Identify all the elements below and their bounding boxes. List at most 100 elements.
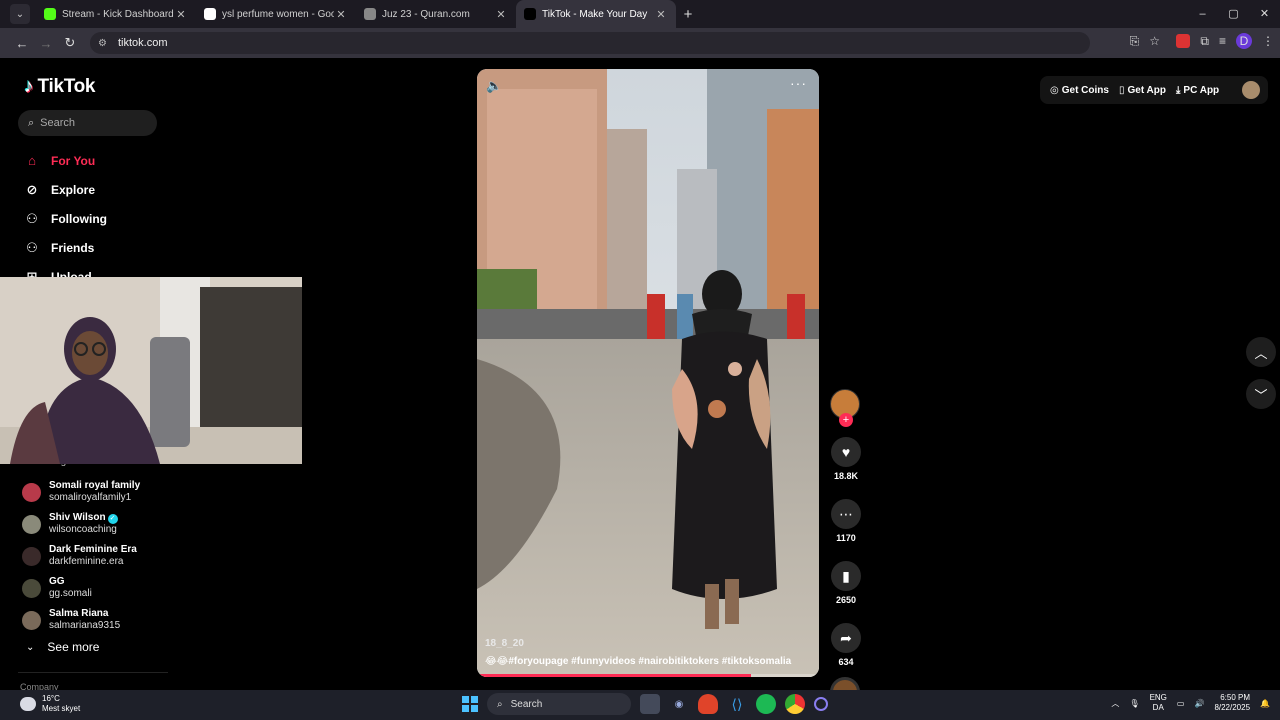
- sidebar-item-following[interactable]: ⚇ Following: [24, 204, 284, 233]
- address-bar[interactable]: ⚙ tiktok.com: [90, 32, 1090, 54]
- chrome-icon[interactable]: [785, 694, 805, 714]
- account-name-text: Shiv Wilson: [49, 512, 106, 523]
- close-window-button[interactable]: ✕: [1249, 0, 1280, 28]
- phone-icon: ▯: [1118, 84, 1125, 96]
- kebab-menu-icon[interactable]: ⋮: [1262, 34, 1274, 48]
- like-action[interactable]: ♥ 18.8K: [830, 437, 862, 481]
- time: 6:50 PM: [1220, 693, 1251, 702]
- list-item[interactable]: GG gg.somali: [22, 572, 222, 604]
- action-rail: + ♥ 18.8K ⋯ 1170 ▮ 2650 ➦ 634: [830, 389, 862, 707]
- back-button[interactable]: ←: [10, 36, 34, 51]
- brave-icon[interactable]: [698, 694, 718, 714]
- search-input[interactable]: [40, 117, 141, 129]
- user-avatar[interactable]: [1242, 81, 1260, 99]
- get-app-button[interactable]: ▯ Get App: [1119, 85, 1166, 96]
- share-action[interactable]: ➦ 634: [830, 623, 862, 667]
- search-box[interactable]: ⌕: [18, 110, 157, 136]
- vscode-icon[interactable]: ⟨⟩: [727, 694, 747, 714]
- sidebar-item-friends[interactable]: ⚇ Friends: [24, 233, 284, 262]
- get-coins-button[interactable]: ◎ Get Coins: [1050, 85, 1109, 96]
- follow-plus-button[interactable]: +: [839, 413, 853, 427]
- account-name-text: Salma Riana: [49, 608, 109, 619]
- network-icon[interactable]: ▭: [1177, 699, 1185, 708]
- taskbar-search[interactable]: ⌕ Search: [487, 693, 631, 715]
- taskbar-search-label: Search: [510, 698, 543, 710]
- temperature: 16°C: [42, 694, 60, 703]
- video-player[interactable]: 🔈 ··· 18_8_20 😂😂#foryoupage #funnyvideos…: [477, 69, 819, 677]
- browser-tab[interactable]: Juz 23 - Quran.com ✕: [356, 0, 516, 28]
- webcam-image: [0, 277, 302, 464]
- spotify-icon[interactable]: [756, 694, 776, 714]
- list-item[interactable]: Somali royal family somaliroyalfamily1: [22, 476, 222, 508]
- maximize-button[interactable]: ▢: [1218, 0, 1249, 28]
- pc-app-label: PC App: [1183, 84, 1220, 96]
- tab-title: ysl perfume women - Google S: [222, 8, 334, 20]
- new-tab-button[interactable]: +: [676, 6, 700, 23]
- site-info-icon[interactable]: ⚙: [98, 38, 112, 49]
- volume-icon[interactable]: 🔊: [1194, 699, 1204, 708]
- see-more-button[interactable]: ⌄ See more: [26, 640, 99, 654]
- tiktok-logo[interactable]: ♪ TikTok: [24, 76, 95, 98]
- more-options-icon[interactable]: ···: [790, 75, 807, 91]
- following-accounts-list: Somali royal family somaliroyalfamily1 Shi…: [22, 476, 222, 636]
- tab-title: Stream - Kick Dashboard: [62, 8, 174, 20]
- reading-list-icon[interactable]: ≡: [1219, 34, 1226, 48]
- close-tab-icon[interactable]: ✕: [494, 8, 508, 21]
- creator-avatar[interactable]: +: [830, 389, 860, 427]
- browser-tab[interactable]: Stream - Kick Dashboard ✕: [36, 0, 196, 28]
- list-item[interactable]: Salma Riana salmariana9315: [22, 604, 222, 636]
- browser-tab[interactable]: TikTok - Make Your Day ✕: [516, 0, 676, 28]
- puzzle-icon[interactable]: ⧉: [1200, 34, 1209, 49]
- minimize-button[interactable]: –: [1187, 0, 1218, 28]
- windows-start-icon[interactable]: [462, 696, 478, 712]
- cloud-icon: [20, 697, 36, 711]
- app-icon[interactable]: [814, 697, 828, 711]
- language-indicator[interactable]: ENG DA: [1150, 693, 1167, 713]
- chevron-up-icon[interactable]: ︿: [1111, 698, 1119, 709]
- task-view-icon[interactable]: [640, 694, 660, 714]
- microphone-icon[interactable]: 🎙: [1129, 699, 1139, 708]
- comment-icon[interactable]: ⋯: [831, 499, 861, 529]
- get-app-label: Get App: [1127, 84, 1166, 96]
- steam-icon[interactable]: ◉: [669, 694, 689, 714]
- forward-button[interactable]: →: [34, 36, 58, 51]
- previous-video-button[interactable]: ︿: [1246, 337, 1276, 367]
- extension-icon[interactable]: [1176, 34, 1191, 48]
- avatar: [22, 514, 41, 534]
- sidebar-item-compass[interactable]: ⊘ Explore: [24, 175, 284, 204]
- webcam-overlay: [0, 277, 302, 464]
- weather-text: Mest skyet: [42, 704, 81, 713]
- share-icon[interactable]: ➦: [831, 623, 861, 653]
- account-name-text: Somali royal family: [49, 480, 141, 491]
- sidebar-item-home[interactable]: ⌂ For You: [24, 146, 284, 175]
- weather-widget[interactable]: 16°C Mest skyet: [20, 694, 80, 714]
- save-action[interactable]: ▮ 2650: [830, 561, 862, 605]
- close-tab-icon[interactable]: ✕: [174, 8, 188, 21]
- tab-search-button[interactable]: ⌄: [10, 4, 30, 24]
- next-video-button[interactable]: ﹀: [1246, 379, 1276, 409]
- list-item[interactable]: Dark Feminine Era darkfeminine.era: [22, 540, 222, 572]
- pc-app-button[interactable]: ⤓ PC App: [1176, 85, 1219, 96]
- download-icon: ⤓: [1176, 84, 1181, 96]
- close-tab-icon[interactable]: ✕: [334, 8, 348, 21]
- arrow-right-icon: →: [39, 35, 53, 51]
- install-icon[interactable]: ⎘: [1130, 34, 1140, 49]
- close-tab-icon[interactable]: ✕: [654, 8, 668, 21]
- video-hashtags[interactable]: 😂😂#foryoupage #funnyvideos #nairobitikto…: [485, 656, 791, 667]
- clock[interactable]: 6:50 PM 8/22/2025: [1214, 693, 1250, 713]
- browser-tab[interactable]: ysl perfume women - Google S✕: [196, 0, 356, 28]
- comment-action[interactable]: ⋯ 1170: [830, 499, 862, 543]
- sidebar-divider: [18, 672, 168, 673]
- reload-button[interactable]: ↻: [58, 35, 82, 51]
- notification-icon[interactable]: 🔔: [1260, 699, 1270, 708]
- search-icon: ⌕: [28, 116, 35, 129]
- heart-icon[interactable]: ♥: [831, 437, 861, 467]
- account-handle: gg.somali: [49, 588, 92, 599]
- bookmark-star-icon[interactable]: ☆: [1149, 34, 1160, 49]
- bookmark-icon[interactable]: ▮: [831, 561, 861, 591]
- list-item[interactable]: Shiv Wilson ✓ wilsoncoaching: [22, 508, 222, 540]
- profile-avatar[interactable]: D: [1236, 33, 1252, 49]
- reload-icon: ↻: [64, 35, 76, 50]
- video-progress-bar[interactable]: [477, 674, 819, 677]
- volume-icon[interactable]: 🔈: [486, 78, 502, 94]
